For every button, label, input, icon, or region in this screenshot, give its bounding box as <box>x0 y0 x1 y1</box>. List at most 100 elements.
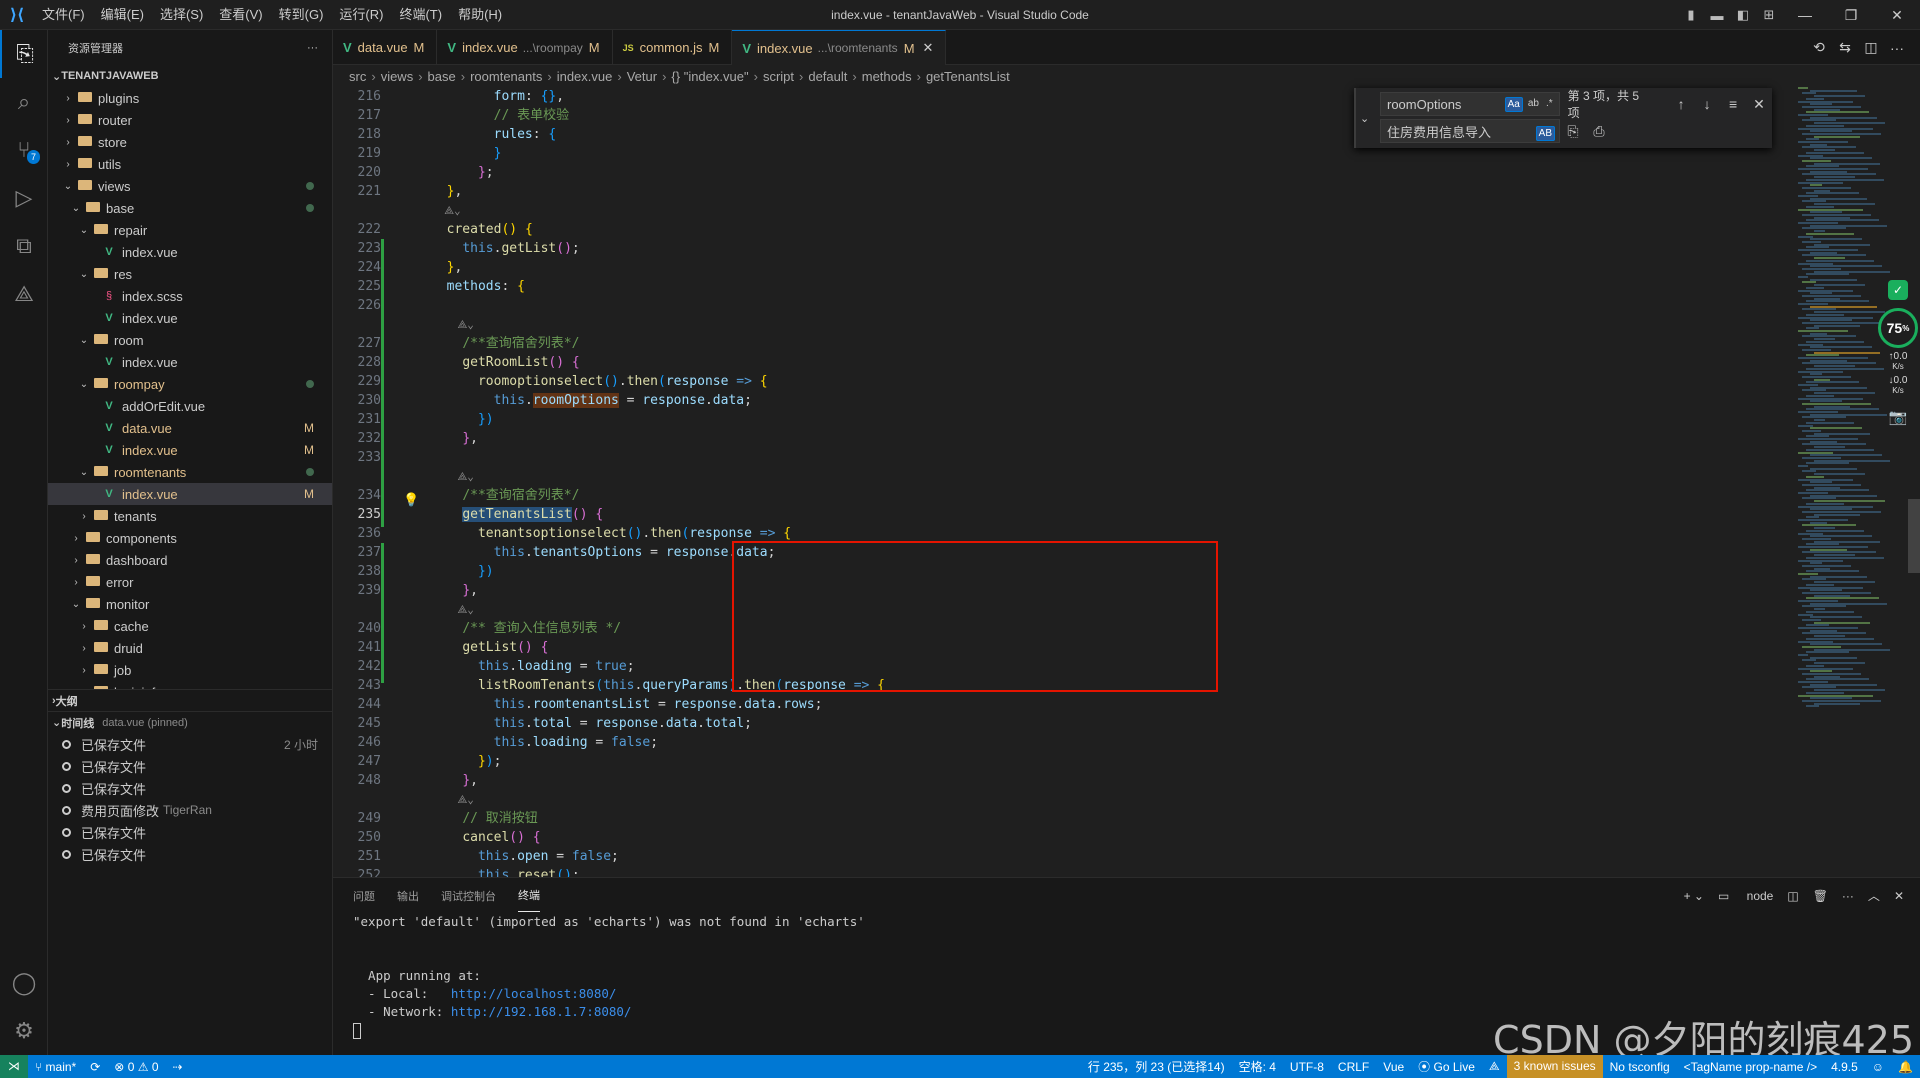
security-shield-icon[interactable]: ✓ <box>1888 280 1908 300</box>
timeline-item[interactable]: 已保存文件 <box>48 777 332 799</box>
folder-item[interactable]: › plugins <box>48 87 332 109</box>
cursor-position[interactable]: 行 235，列 23 (已选择14) <box>1081 1058 1232 1075</box>
known-issues-badge[interactable]: 3 known issues <box>1506 1055 1603 1078</box>
preserve-case-toggle[interactable]: AB <box>1535 125 1555 141</box>
breadcrumb-item[interactable]: index.vue <box>557 69 613 84</box>
maximize-panel-icon[interactable]: ︿ <box>1868 887 1880 904</box>
folder-item[interactable]: › store <box>48 131 332 153</box>
vetur-icon[interactable]: ⟁ <box>1482 1059 1507 1074</box>
lightbulb-icon[interactable]: 💡 <box>403 492 419 508</box>
panel-tab[interactable]: 输出 <box>397 880 419 912</box>
screenshot-camera-icon[interactable]: 📷 <box>1889 408 1908 426</box>
file-item[interactable]: Vindex.vue M <box>48 483 332 505</box>
account-icon[interactable]: ◯ <box>0 959 48 1007</box>
editor-scrollbar[interactable] <box>1908 87 1920 877</box>
editor-tab[interactable]: Vindex.vue ...\roomtenants M ✕ <box>732 30 947 65</box>
manage-gear-icon[interactable]: ⚙ <box>0 1007 48 1055</box>
breadcrumb-item[interactable]: Vetur <box>627 69 657 84</box>
network-url-link[interactable]: http://192.168.1.7:8080/ <box>451 1004 632 1019</box>
workspace-root[interactable]: ⌄ TENANTJAVAWEB <box>48 65 332 87</box>
remote-indicator-icon[interactable]: ⋊ <box>0 1055 28 1078</box>
customize-layout-icon[interactable]: ⊞ <box>1756 7 1782 23</box>
codelens-row[interactable]: ⟁⌄ <box>431 201 1800 220</box>
toggle-sidebar-icon[interactable]: ▮ <box>1678 7 1704 23</box>
kill-terminal-icon[interactable]: 🗑 <box>1813 889 1828 903</box>
menu-item[interactable]: 选择(S) <box>152 0 211 30</box>
previous-match-icon[interactable]: ↑ <box>1668 96 1694 112</box>
editor-tab[interactable]: JS common.js M <box>613 30 733 65</box>
toggle-replace[interactable]: ⌄ <box>1360 106 1369 130</box>
remote-icon[interactable]: ⟁ <box>0 270 48 318</box>
tagname-status[interactable]: <TagName prop-name /> <box>1677 1060 1824 1074</box>
folder-item[interactable]: › cache <box>48 615 332 637</box>
search-icon[interactable]: ⌕ <box>0 78 48 126</box>
menu-item[interactable]: 终端(T) <box>391 0 450 30</box>
close-tab-icon[interactable]: ✕ <box>923 40 934 56</box>
go-live-button[interactable]: ⦿ Go Live <box>1411 1058 1482 1075</box>
source-control-icon[interactable]: ⑂ 7 <box>0 126 48 174</box>
find-in-selection-icon[interactable]: ≡ <box>1720 96 1746 112</box>
file-item[interactable]: Vindex.vue <box>48 307 332 329</box>
toggle-panel-icon[interactable]: ▬ <box>1704 8 1730 23</box>
extensions-icon[interactable]: ⧉ <box>0 222 48 270</box>
more-actions-icon[interactable]: ··· <box>307 42 318 54</box>
match-case-toggle[interactable]: Aa <box>1504 96 1523 112</box>
timeline-history-icon[interactable]: ⟲ <box>1806 39 1832 56</box>
sync-icon[interactable]: ⟳ <box>83 1060 107 1074</box>
more-actions-icon[interactable]: ··· <box>1884 40 1910 56</box>
branch-indicator[interactable]: ⑂ main* <box>28 1060 83 1074</box>
panel-tab[interactable]: 问题 <box>353 880 375 912</box>
minimize-icon[interactable]: — <box>1782 7 1828 23</box>
code-editor[interactable]: 216 217 218 219 220 221 222 223 224 225 226 227 228 2… <box>333 87 1920 877</box>
local-url-link[interactable]: http://localhost:8080/ <box>451 986 617 1001</box>
menu-item[interactable]: 文件(F) <box>34 0 93 30</box>
replace-all-icon[interactable]: ⎙ <box>1586 123 1612 140</box>
timeline-item[interactable]: 费用页面修改 TigerRan <box>48 799 332 821</box>
problems-indicator[interactable]: ⊗ 0 ⚠ 0 <box>107 1060 165 1074</box>
breadcrumb-item[interactable]: getTenantsList <box>926 69 1010 84</box>
match-whole-word-toggle[interactable]: ab <box>1526 97 1541 112</box>
codelens-row[interactable]: ⟁⌄ <box>431 315 1800 334</box>
folder-item[interactable]: ⌄ repair <box>48 219 332 241</box>
language-mode[interactable]: Vue <box>1376 1060 1411 1074</box>
folder-item[interactable]: ⌄ views <box>48 175 332 197</box>
scrollbar-thumb[interactable] <box>1908 499 1920 573</box>
folder-item[interactable]: › tenants <box>48 505 332 527</box>
compare-changes-icon[interactable]: ⇆ <box>1832 39 1858 56</box>
minimap[interactable] <box>1798 87 1908 877</box>
menu-item[interactable]: 查看(V) <box>211 0 270 30</box>
folder-item[interactable]: › dashboard <box>48 549 332 571</box>
breadcrumb-item[interactable]: default <box>808 69 847 84</box>
breadcrumb-item[interactable]: base <box>428 69 456 84</box>
indentation[interactable]: 空格: 4 <box>1232 1058 1283 1075</box>
terminal-name[interactable]: ▭ node <box>1718 889 1773 903</box>
folder-item[interactable]: › utils <box>48 153 332 175</box>
file-item[interactable]: Vindex.vue <box>48 241 332 263</box>
live-share-icon[interactable]: ⇢ <box>166 1060 190 1074</box>
file-item[interactable]: Vindex.vue <box>48 351 332 373</box>
codelens-row[interactable]: ⟁⌄ <box>431 467 1800 486</box>
menu-item[interactable]: 编辑(E) <box>93 0 152 30</box>
more-actions-icon[interactable]: ··· <box>1842 889 1854 903</box>
close-panel-icon[interactable]: ✕ <box>1894 889 1904 903</box>
editor-tab[interactable]: Vdata.vue M <box>333 30 438 65</box>
breadcrumb-item[interactable]: {} "index.vue" <box>671 69 748 84</box>
folder-item[interactable]: › druid <box>48 637 332 659</box>
find-input[interactable]: roomOptions Aa ab .* <box>1380 92 1560 116</box>
menu-item[interactable]: 运行(R) <box>331 0 391 30</box>
tsconfig-status[interactable]: No tsconfig <box>1603 1060 1677 1074</box>
ts-version[interactable]: 4.9.5 <box>1824 1060 1865 1074</box>
new-terminal-icon[interactable]: + ⌄ <box>1684 889 1704 903</box>
breadcrumb-item[interactable]: views <box>381 69 414 84</box>
regex-toggle[interactable]: .* <box>1544 97 1555 112</box>
codelens-row[interactable]: ⟁⌄ <box>431 790 1800 809</box>
breadcrumb-item[interactable]: src <box>349 69 366 84</box>
breadcrumb-item[interactable]: roomtenants <box>470 69 542 84</box>
folder-item[interactable]: › error <box>48 571 332 593</box>
timeline-item[interactable]: 已保存文件 <box>48 821 332 843</box>
split-editor-icon[interactable]: ◫ <box>1858 39 1884 56</box>
file-item[interactable]: Vdata.vue M <box>48 417 332 439</box>
panel-tab[interactable]: 终端 <box>518 879 540 912</box>
editor-tab[interactable]: Vindex.vue ...\roompay M <box>437 30 613 65</box>
notifications-bell-icon[interactable]: 🔔 <box>1891 1060 1920 1074</box>
